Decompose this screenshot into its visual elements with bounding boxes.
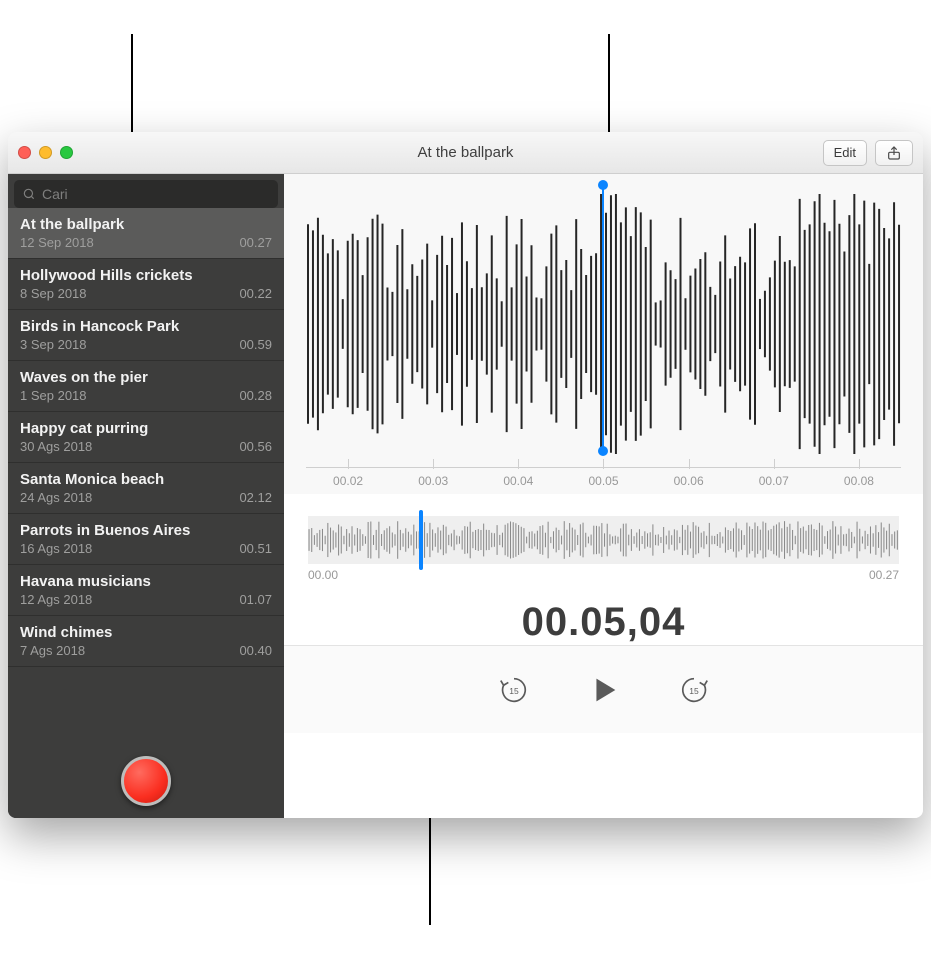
time-ruler-overview: 00.00 00.27 bbox=[308, 568, 899, 582]
recording-name: Hollywood Hills crickets bbox=[20, 267, 272, 284]
recording-date: 30 Ags 2018 bbox=[20, 439, 92, 454]
ruler-tick: 00.07 bbox=[731, 467, 816, 488]
ruler-tick: 00.03 bbox=[391, 467, 476, 488]
search-input[interactable] bbox=[14, 180, 278, 208]
record-button[interactable] bbox=[121, 756, 171, 806]
recording-name: Waves on the pier bbox=[20, 369, 272, 386]
overview-end-time: 00.27 bbox=[869, 568, 899, 582]
recording-item[interactable]: Waves on the pier 1 Sep 2018 00.28 bbox=[8, 361, 284, 412]
zoom-window-button[interactable] bbox=[60, 146, 73, 159]
share-button[interactable] bbox=[875, 140, 913, 166]
app-window: At the ballpark Edit At the ballpark 12 S… bbox=[8, 132, 923, 818]
edit-button-label: Edit bbox=[834, 145, 856, 160]
recording-date: 16 Ags 2018 bbox=[20, 541, 92, 556]
skip-back-15-button[interactable]: 15 bbox=[492, 668, 536, 712]
skip-forward-15-button[interactable]: 15 bbox=[672, 668, 716, 712]
recording-item[interactable]: Parrots in Buenos Aires 16 Ags 2018 00.51 bbox=[8, 514, 284, 565]
titlebar: At the ballpark Edit bbox=[8, 132, 923, 174]
recording-date: 12 Sep 2018 bbox=[20, 235, 94, 250]
recording-duration: 00.51 bbox=[239, 541, 272, 556]
recording-name: At the ballpark bbox=[20, 216, 272, 233]
recording-date: 1 Sep 2018 bbox=[20, 388, 87, 403]
sidebar: At the ballpark 12 Sep 2018 00.27 Hollywood… bbox=[8, 174, 284, 818]
playhead-overview[interactable] bbox=[419, 510, 423, 570]
waveform-overview[interactable] bbox=[308, 516, 899, 564]
ruler-tick: 00.05 bbox=[561, 467, 646, 488]
ruler-tick: 00.06 bbox=[646, 467, 731, 488]
edit-button[interactable]: Edit bbox=[823, 140, 867, 166]
recording-name: Parrots in Buenos Aires bbox=[20, 522, 272, 539]
recording-date: 24 Ags 2018 bbox=[20, 490, 92, 505]
share-icon bbox=[886, 144, 902, 162]
current-time-display: 00.05,04 bbox=[308, 600, 899, 645]
recording-duration: 00.59 bbox=[239, 337, 272, 352]
window-controls bbox=[18, 146, 73, 159]
recording-item[interactable]: Santa Monica beach 24 Ags 2018 02.12 bbox=[8, 463, 284, 514]
recording-duration: 00.28 bbox=[239, 388, 272, 403]
recording-item[interactable]: Havana musicians 12 Ags 2018 01.07 bbox=[8, 565, 284, 616]
playback-controls: 15 15 bbox=[284, 645, 923, 733]
recording-duration: 02.12 bbox=[239, 490, 272, 505]
overview-start-time: 00.00 bbox=[308, 568, 338, 582]
minimize-window-button[interactable] bbox=[39, 146, 52, 159]
recording-duration: 00.27 bbox=[239, 235, 272, 250]
window-title: At the ballpark bbox=[8, 144, 923, 161]
recording-date: 7 Ags 2018 bbox=[20, 643, 85, 658]
recording-list[interactable]: At the ballpark 12 Sep 2018 00.27 Hollywood… bbox=[8, 208, 284, 744]
recording-name: Santa Monica beach bbox=[20, 471, 272, 488]
detail-pane: 00.0200.0300.0400.0500.0600.0700.08 00.0… bbox=[284, 174, 923, 818]
playhead-zoom[interactable] bbox=[602, 184, 604, 452]
ruler-tick: 00.04 bbox=[476, 467, 561, 488]
close-window-button[interactable] bbox=[18, 146, 31, 159]
recording-name: Wind chimes bbox=[20, 624, 272, 641]
recording-item[interactable]: Happy cat purring 30 Ags 2018 00.56 bbox=[8, 412, 284, 463]
play-button[interactable] bbox=[582, 668, 626, 712]
recording-duration: 01.07 bbox=[239, 592, 272, 607]
recording-item[interactable]: Hollywood Hills crickets 8 Sep 2018 00.22 bbox=[8, 259, 284, 310]
time-ruler-zoom: 00.0200.0300.0400.0500.0600.0700.08 bbox=[306, 454, 902, 488]
recording-duration: 00.22 bbox=[239, 286, 272, 301]
waveform-zoom-area[interactable]: 00.0200.0300.0400.0500.0600.0700.08 bbox=[284, 174, 923, 494]
recording-date: 3 Sep 2018 bbox=[20, 337, 87, 352]
recording-duration: 00.40 bbox=[239, 643, 272, 658]
svg-text:15: 15 bbox=[509, 685, 519, 695]
recording-name: Birds in Hancock Park bbox=[20, 318, 272, 335]
ruler-tick: 00.08 bbox=[816, 467, 901, 488]
recording-duration: 00.56 bbox=[239, 439, 272, 454]
recording-item[interactable]: Birds in Hancock Park 3 Sep 2018 00.59 bbox=[8, 310, 284, 361]
recording-item[interactable]: Wind chimes 7 Ags 2018 00.40 bbox=[8, 616, 284, 667]
ruler-tick: 00.02 bbox=[306, 467, 391, 488]
recording-date: 12 Ags 2018 bbox=[20, 592, 92, 607]
recording-name: Havana musicians bbox=[20, 573, 272, 590]
recording-item[interactable]: At the ballpark 12 Sep 2018 00.27 bbox=[8, 208, 284, 259]
recording-date: 8 Sep 2018 bbox=[20, 286, 87, 301]
recording-name: Happy cat purring bbox=[20, 420, 272, 437]
svg-text:15: 15 bbox=[689, 685, 699, 695]
